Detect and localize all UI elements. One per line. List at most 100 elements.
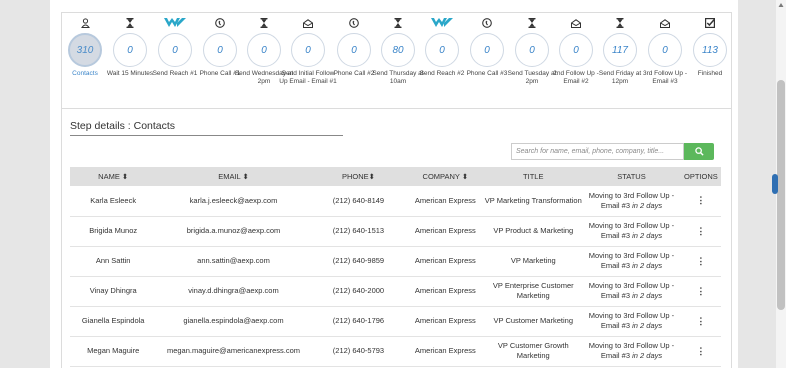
- table-row[interactable]: Brigida Munoz brigida.a.munoz@aexp.com (21…: [70, 216, 721, 247]
- options-menu-icon[interactable]: ⋮: [696, 286, 705, 296]
- sort-icon: ⬍: [368, 172, 375, 181]
- hourglass-icon: [242, 16, 286, 30]
- step-count[interactable]: 0: [291, 33, 325, 67]
- campaign-step[interactable]: 0 Phone Call #2: [332, 13, 376, 78]
- search-input[interactable]: Search for name, email, phone, company, …: [511, 143, 684, 160]
- table-row[interactable]: Ann Sattin ann.sattin@aexp.com (212) 640-9…: [70, 246, 721, 277]
- options-cell: ⋮: [680, 336, 721, 367]
- campaign-step[interactable]: 0 Send Reach #2: [420, 13, 464, 78]
- contact-status: Moving to 3rd Follow Up - Email #3 in 2 …: [582, 246, 681, 277]
- step-count[interactable]: 0: [203, 33, 237, 67]
- options-cell: ⋮: [680, 246, 721, 277]
- campaign-step[interactable]: 0 Phone Call #1: [198, 13, 242, 78]
- contact-title: VP Enterprise Customer Marketing: [484, 276, 583, 307]
- contact-email: megan.maguire@americanexpress.com: [156, 336, 311, 367]
- contact-email: ann.sattin@aexp.com: [156, 246, 311, 277]
- step-count[interactable]: 0: [337, 33, 371, 67]
- contact-phone: (212) 640-8149: [310, 186, 407, 217]
- step-count[interactable]: 0: [648, 33, 682, 67]
- step-label: Finished: [697, 70, 723, 77]
- scrollbar-thumb[interactable]: [777, 80, 785, 310]
- search-button[interactable]: [684, 143, 714, 160]
- options-menu-icon[interactable]: ⋮: [696, 256, 705, 266]
- contact-company: American Express: [406, 246, 485, 277]
- contact-title: VP Marketing Transformation: [484, 186, 583, 217]
- options-cell: ⋮: [680, 216, 721, 247]
- contact-company: American Express: [406, 306, 485, 337]
- contact-title: VP Marketing: [484, 246, 583, 277]
- campaign-step[interactable]: 0 Phone Call #3: [465, 13, 509, 78]
- options-cell: ⋮: [680, 186, 721, 217]
- contact-phone: (212) 640-9859: [310, 246, 407, 277]
- hourglass-icon: [510, 16, 554, 30]
- checkbox-icon: [688, 16, 732, 30]
- options-menu-icon[interactable]: ⋮: [696, 316, 705, 326]
- contact-title: VP Customer Marketing: [484, 306, 583, 337]
- step-count[interactable]: 80: [381, 33, 415, 67]
- step-count[interactable]: 0: [158, 33, 192, 67]
- step-count[interactable]: 0: [247, 33, 281, 67]
- step-count[interactable]: 0: [515, 33, 549, 67]
- column-header-name[interactable]: NAME ⬍: [70, 167, 157, 186]
- person-icon: [63, 16, 107, 30]
- reach-logo-icon: [153, 16, 197, 30]
- contact-company: American Express: [406, 186, 485, 217]
- contact-status: Moving to 3rd Follow Up - Email #3 in 2 …: [582, 186, 681, 217]
- contact-company: American Express: [406, 336, 485, 367]
- step-count[interactable]: 0: [425, 33, 459, 67]
- column-header-status: STATUS: [582, 167, 681, 186]
- contact-company: American Express: [406, 216, 485, 247]
- hourglass-icon: [108, 16, 152, 30]
- side-panel-tab[interactable]: [772, 174, 778, 194]
- envelope-icon: [554, 16, 598, 30]
- contact-name: Ann Sattin: [70, 246, 157, 277]
- phone-icon: [332, 16, 376, 30]
- campaign-step[interactable]: 310 Contacts: [63, 13, 107, 78]
- table-row[interactable]: Gianella Espindola gianella.espindola@aex…: [70, 306, 721, 337]
- column-header-email[interactable]: EMAIL ⬍: [156, 167, 311, 186]
- contact-phone: (212) 640-2000: [310, 276, 407, 307]
- campaign-step[interactable]: 0 Send Reach #1: [153, 13, 197, 78]
- options-menu-icon[interactable]: ⋮: [696, 226, 705, 236]
- contact-name: Megan Maguire: [70, 336, 157, 367]
- divider: [70, 135, 343, 136]
- scroll-up-icon[interactable]: [778, 2, 784, 8]
- contact-status: Moving to 3rd Follow Up - Email #3 in 2 …: [582, 336, 681, 367]
- contacts-table: NAME ⬍ EMAIL ⬍ PHONE⬍ COMPANY ⬍ TITLE ST…: [70, 167, 721, 367]
- phone-icon: [198, 16, 242, 30]
- contact-status: Moving to 3rd Follow Up - Email #3 in 2 …: [582, 306, 681, 337]
- page: 310 Contacts 0 Wait 15 Minutes 0 Send Reach #…: [50, 0, 738, 368]
- step-count[interactable]: 0: [559, 33, 593, 67]
- campaign-step[interactable]: 113 Finished: [688, 13, 732, 78]
- contact-company: American Express: [406, 276, 485, 307]
- table-row[interactable]: Vinay Dhingra vinay.d.dhingra@aexp.com (21…: [70, 276, 721, 307]
- step-count[interactable]: 0: [113, 33, 147, 67]
- hourglass-icon: [598, 16, 642, 30]
- search-icon: [694, 147, 704, 156]
- sort-icon: ⬍: [242, 172, 249, 181]
- options-cell: ⋮: [680, 276, 721, 307]
- contact-title: VP Product & Marketing: [484, 216, 583, 247]
- options-menu-icon[interactable]: ⋮: [696, 195, 705, 205]
- contact-name: Gianella Espindola: [70, 306, 157, 337]
- contact-name: Vinay Dhingra: [70, 276, 157, 307]
- step-count[interactable]: 117: [603, 33, 637, 67]
- sort-icon: ⬍: [461, 172, 469, 181]
- table-row[interactable]: Karla Esleeck karla.j.esleeck@aexp.com (21…: [70, 186, 721, 217]
- options-menu-icon[interactable]: ⋮: [696, 346, 705, 356]
- step-count[interactable]: 0: [470, 33, 504, 67]
- step-count[interactable]: 113: [693, 33, 727, 67]
- contact-status: Moving to 3rd Follow Up - Email #3 in 2 …: [582, 216, 681, 247]
- contact-email: gianella.espindola@aexp.com: [156, 306, 311, 337]
- sort-icon: ⬍: [121, 172, 129, 181]
- envelope-icon: [643, 16, 687, 30]
- table-row[interactable]: Megan Maguire megan.maguire@americanexpre…: [70, 336, 721, 367]
- phone-icon: [465, 16, 509, 30]
- column-header-company[interactable]: COMPANY ⬍: [406, 167, 485, 186]
- column-header-title: TITLE: [484, 167, 583, 186]
- contact-phone: (212) 640-1796: [310, 306, 407, 337]
- column-header-phone[interactable]: PHONE⬍: [310, 167, 407, 186]
- campaign-step[interactable]: 0 Wait 15 Minutes: [107, 13, 153, 78]
- hourglass-icon: [376, 16, 420, 30]
- step-count[interactable]: 310: [68, 33, 102, 67]
